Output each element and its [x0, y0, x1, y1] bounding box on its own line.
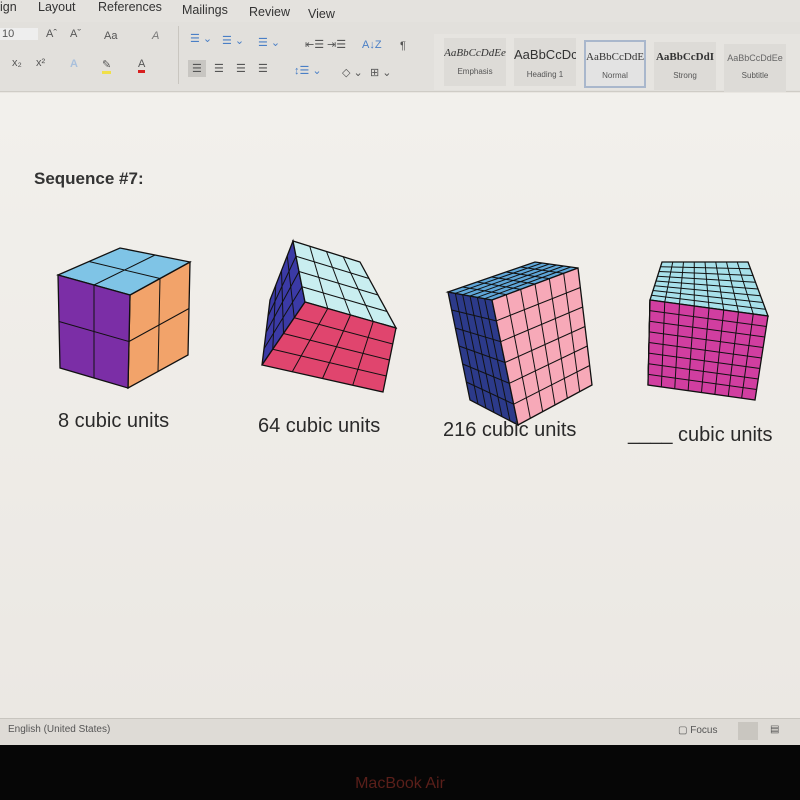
status-bar: English (United States) ▢ Focus ▤ — [0, 718, 800, 745]
cube-1-front-face — [57, 274, 131, 389]
cube-caption-4: cubic units — [678, 424, 773, 446]
print-layout-button[interactable] — [738, 722, 758, 740]
word-window: ign Layout References Mailings Review Vi… — [0, 0, 800, 745]
web-layout-icon[interactable]: ▤ — [770, 724, 779, 735]
focus-button[interactable]: ▢ Focus — [678, 725, 717, 736]
cube-figures — [56, 238, 769, 427]
language-status[interactable]: English (United States) — [8, 724, 110, 735]
cube-caption-3: 216 cubic units — [443, 419, 577, 441]
brand-label: MacBook Air — [355, 775, 445, 792]
focus-icon: ▢ — [678, 725, 691, 736]
cube-caption-2: 64 cubic units — [258, 415, 381, 437]
cube-caption-1: 8 cubic units — [58, 410, 170, 432]
answer-blank: ____ — [628, 423, 673, 445]
cube-4-front-face — [647, 299, 769, 401]
